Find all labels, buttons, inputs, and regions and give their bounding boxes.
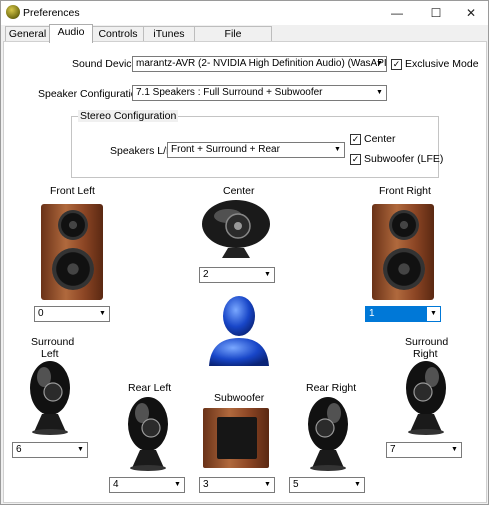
surround-left-channel-select[interactable]: 6 ▼ (12, 442, 88, 458)
front-right-channel-select[interactable]: 1 ▼ (365, 306, 441, 322)
chevron-down-icon: ▼ (451, 446, 458, 453)
front-left-speaker-icon (41, 204, 103, 300)
subwoofer-lfe-label: Subwoofer (LFE) (364, 153, 444, 165)
surround-left-label-line1: Surround (31, 336, 75, 348)
chevron-down-icon: ▼ (77, 446, 84, 453)
speaker-config-select[interactable]: 7.1 Speakers : Full Surround + Subwoofer… (132, 85, 387, 101)
speakers-lr-label: Speakers L/R (110, 145, 174, 157)
sound-device-label: Sound Device (72, 58, 138, 70)
stereo-configuration-title: Stereo Configuration (78, 110, 179, 122)
sound-device-value: marantz-AVR (2- NVIDIA High Definition A… (136, 58, 387, 69)
speaker-config-label: Speaker Configuration (38, 88, 143, 100)
rear-right-channel-value: 5 (293, 479, 299, 490)
audio-panel: Sound Device marantz-AVR (2- NVIDIA High… (3, 41, 487, 503)
woofer-icon (383, 248, 425, 290)
front-left-channel-select[interactable]: 0 ▼ (34, 306, 110, 322)
subwoofer-channel-value: 3 (203, 479, 209, 490)
chevron-down-icon: ▼ (99, 310, 106, 317)
surround-right-label-line1: Surround (405, 336, 449, 348)
chevron-down-icon: ▼ (264, 481, 271, 488)
stereo-configuration-group: Stereo Configuration Speakers L/R Front … (71, 110, 443, 178)
center-speaker-icon (202, 200, 270, 258)
surround-left-speaker-icon (30, 361, 70, 435)
subwoofer-channel-select[interactable]: 3 ▼ (199, 477, 275, 493)
listener-person-icon (209, 296, 269, 366)
rear-left-channel-value: 4 (113, 479, 119, 490)
surround-right-channel-select[interactable]: 7 ▼ (386, 442, 462, 458)
preferences-window: Preferences — ☐ ✕ General Audio Controls… (0, 0, 489, 505)
surround-right-label-line2: Right (413, 348, 438, 360)
front-right-label: Front Right (379, 185, 431, 197)
rear-left-label: Rear Left (128, 382, 172, 394)
chevron-down-icon: ▼ (376, 89, 383, 96)
tab-file-associations[interactable]: File Associations (194, 26, 272, 55)
tweeter-icon (389, 210, 419, 240)
chevron-down-icon: ▼ (427, 307, 440, 321)
rear-right-speaker-icon (308, 397, 348, 471)
tab-itunes[interactable]: iTunes (143, 26, 195, 42)
sound-device-select[interactable]: marantz-AVR (2- NVIDIA High Definition A… (132, 56, 387, 72)
woofer-icon (52, 248, 94, 290)
center-channel-value: 2 (203, 269, 209, 280)
front-left-channel-value: 0 (38, 308, 44, 319)
chevron-down-icon: ▼ (264, 271, 271, 278)
front-right-speaker-icon (372, 204, 434, 300)
rear-left-channel-select[interactable]: 4 ▼ (109, 477, 185, 493)
rear-right-channel-select[interactable]: 5 ▼ (289, 477, 365, 493)
subwoofer-label: Subwoofer (214, 392, 265, 404)
surround-left-channel-value: 6 (16, 444, 22, 455)
minimize-button[interactable]: — (379, 1, 415, 25)
chevron-down-icon: ▼ (334, 146, 341, 153)
surround-right-speaker-icon (406, 361, 446, 435)
chevron-down-icon: ▼ (376, 60, 383, 67)
window-title: Preferences (23, 7, 80, 19)
exclusive-mode-label: Exclusive Mode (405, 58, 479, 70)
chevron-down-icon: ▼ (354, 481, 361, 488)
center-checkbox[interactable]: ✓ (350, 134, 361, 145)
chevron-down-icon: ▼ (174, 481, 181, 488)
tab-controls[interactable]: Controls (92, 26, 144, 42)
app-logo-icon (6, 5, 20, 19)
maximize-button[interactable]: ☐ (418, 1, 454, 25)
center-checkbox-label: Center (364, 133, 396, 145)
exclusive-mode-checkbox[interactable]: ✓ (391, 59, 402, 70)
subwoofer-grille-icon (217, 417, 257, 459)
rear-right-label: Rear Right (306, 382, 357, 394)
front-left-label: Front Left (50, 185, 95, 197)
speakers-lr-select[interactable]: Front + Surround + Rear ▼ (167, 142, 345, 158)
tab-audio[interactable]: Audio (49, 24, 93, 43)
title-bar[interactable]: Preferences — ☐ ✕ (1, 1, 488, 25)
subwoofer-speaker-icon (203, 408, 269, 468)
close-button[interactable]: ✕ (453, 1, 489, 25)
subwoofer-lfe-checkbox[interactable]: ✓ (350, 154, 361, 165)
tweeter-icon (58, 210, 88, 240)
tab-general[interactable]: General (5, 26, 50, 42)
surround-right-channel-value: 7 (390, 444, 396, 455)
surround-left-label-line2: Left (41, 348, 59, 360)
center-channel-select[interactable]: 2 ▼ (199, 267, 275, 283)
rear-left-speaker-icon (128, 397, 168, 471)
front-right-channel-value: 1 (369, 308, 375, 319)
speaker-config-value: 7.1 Speakers : Full Surround + Subwoofer (136, 87, 323, 98)
speakers-lr-value: Front + Surround + Rear (171, 144, 280, 155)
